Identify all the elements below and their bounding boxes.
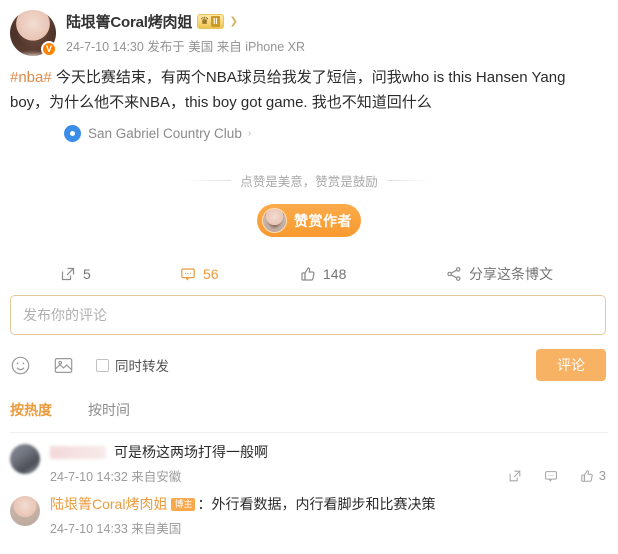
comment-like-count: 3	[598, 468, 606, 483]
comment-body: 可是杨这两场打得一般啊 24-7-10 14:32 来自安徽 3	[50, 442, 606, 485]
comment-like-action[interactable]: 3	[580, 468, 606, 483]
comment-input[interactable]: 发布你的评论	[10, 295, 606, 335]
vip-level-label: II	[211, 16, 220, 27]
location-row[interactable]: San Gabriel Country Club ›	[64, 125, 618, 142]
comment-action[interactable]: 56	[180, 266, 300, 282]
location-label[interactable]: San Gabriel Country Club	[88, 126, 242, 141]
comment-meta: 24-7-10 14:33 来自美国	[50, 522, 182, 536]
divider-right	[386, 180, 433, 181]
reward-avatar	[262, 208, 287, 233]
composer-toolbar: 同时转发 评论	[0, 348, 618, 382]
post-text-content: 今天比赛结束，有两个NBA球员给我发了短信，问我who is this Hans…	[10, 69, 566, 111]
comment-sort-tabs: 按热度 按时间	[0, 400, 618, 420]
author-info: 陆垠箐Coral烤肉姐 ♛ II ❯ 24-7-10 14:30 发布于 美国 …	[66, 10, 305, 56]
reward-tip-row: 点赞是美意，赞赏是鼓励	[185, 171, 433, 190]
divider-left	[185, 180, 232, 181]
comment-reply-action[interactable]	[544, 469, 558, 483]
comment-icon	[544, 470, 557, 482]
thumbs-up-icon	[301, 267, 315, 281]
share-icon	[447, 267, 461, 281]
checkbox-box[interactable]	[96, 358, 109, 372]
chevron-right-icon: ❯	[229, 16, 238, 27]
post-header: V 陆垠箐Coral烤肉姐 ♛ II ❯ 24-7-10 14:30 发布于 美…	[0, 0, 618, 57]
share-label: 分享这条博文	[469, 266, 553, 282]
comment-item: 陆垠箐Coral烤肉姐 博主 ：外行看数据，内行看脚步和比赛决策 24-7-10…	[10, 485, 606, 537]
hashtag-link[interactable]: #nba#	[10, 69, 52, 86]
comment-text: 可是杨这两场打得一般啊	[114, 444, 268, 460]
commenter-name[interactable]: 陆垠箐Coral烤肉姐	[50, 494, 167, 515]
verified-badge-icon: V	[41, 41, 57, 57]
reward-author-button[interactable]: 赞赏作者	[257, 204, 361, 237]
comment-list: 可是杨这两场打得一般啊 24-7-10 14:32 来自安徽 3 陆垠箐Cora…	[0, 433, 618, 537]
tab-sort-by-time[interactable]: 按时间	[88, 400, 130, 420]
chevron-right-icon: ›	[247, 128, 252, 139]
repost-checkbox-label: 同时转发	[115, 359, 169, 374]
comment-line: 陆垠箐Coral烤肉姐 博主 ：外行看数据，内行看脚步和比赛决策	[50, 494, 606, 515]
repost-icon	[509, 470, 521, 481]
vip-crown-badge[interactable]: ♛ II	[197, 14, 224, 29]
like-count: 148	[323, 266, 347, 282]
commenter-avatar[interactable]	[10, 444, 40, 474]
author-badge: 博主	[171, 498, 196, 511]
comment-line: 可是杨这两场打得一般啊	[50, 442, 606, 463]
like-action[interactable]: 148	[300, 266, 446, 282]
commenter-avatar[interactable]	[10, 496, 40, 526]
comment-item: 可是杨这两场打得一般啊 24-7-10 14:32 来自安徽 3	[10, 433, 606, 485]
repost-icon	[61, 267, 75, 281]
comment-body: 陆垠箐Coral烤肉姐 博主 ：外行看数据，内行看脚步和比赛决策 24-7-10…	[50, 494, 606, 537]
post-action-bar: 5 56 148 分享这条博文	[0, 259, 618, 289]
reward-tip-text: 点赞是美意，赞赏是鼓励	[240, 175, 378, 189]
comment-meta-row: 24-7-10 14:33 来自美国	[50, 518, 606, 537]
comment-meta-row: 24-7-10 14:32 来自安徽 3	[50, 466, 606, 485]
post-text: #nba# 今天比赛结束，有两个NBA球员给我发了短信，问我who is thi…	[10, 65, 606, 115]
comment-actions: 3	[508, 468, 606, 483]
reward-section: 点赞是美意，赞赏是鼓励 赞赏作者	[0, 168, 618, 237]
author-name-row: 陆垠箐Coral烤肉姐 ♛ II ❯	[66, 11, 305, 32]
repost-count: 5	[83, 266, 91, 282]
tab-sort-by-hot[interactable]: 按热度	[10, 400, 52, 420]
author-avatar-wrap[interactable]: V	[10, 10, 57, 57]
comment-meta: 24-7-10 14:32 来自安徽	[50, 470, 182, 484]
repost-checkbox[interactable]: 同时转发	[96, 355, 169, 375]
comment-repost-action[interactable]	[508, 469, 522, 483]
repost-action[interactable]: 5	[60, 266, 180, 282]
commenter-name-redacted[interactable]	[50, 446, 106, 459]
reward-button-label: 赞赏作者	[294, 212, 352, 229]
comment-icon	[181, 268, 195, 281]
share-action[interactable]: 分享这条博文	[446, 264, 553, 284]
post-meta: 24-7-10 14:30 发布于 美国 来自 iPhone XR	[66, 40, 305, 54]
location-pin-icon	[64, 125, 81, 142]
comment-input-placeholder: 发布你的评论	[23, 307, 107, 323]
comment-composer: 发布你的评论	[0, 295, 618, 335]
comment-count: 56	[203, 266, 219, 282]
crown-icon: ♛	[200, 15, 210, 27]
comment-text: ：外行看数据，内行看脚步和比赛决策	[197, 496, 436, 512]
author-name[interactable]: 陆垠箐Coral烤肉姐	[66, 11, 192, 32]
submit-comment-button[interactable]: 评论	[536, 349, 606, 381]
thumbs-up-icon	[580, 469, 593, 482]
emoji-icon[interactable]	[10, 355, 31, 376]
image-icon[interactable]	[53, 355, 74, 376]
weibo-post-page: V 陆垠箐Coral烤肉姐 ♛ II ❯ 24-7-10 14:30 发布于 美…	[0, 0, 618, 554]
